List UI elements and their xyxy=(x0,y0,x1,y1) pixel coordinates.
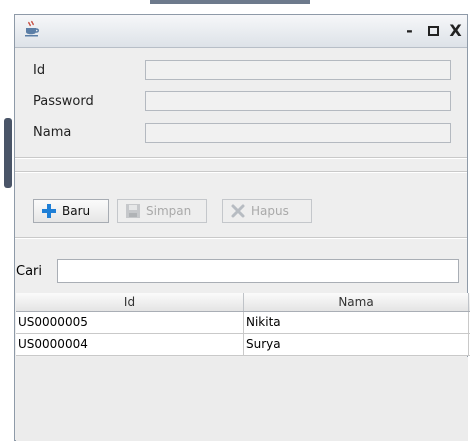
close-button[interactable]: X xyxy=(447,21,464,40)
password-label: Password xyxy=(33,94,94,109)
background-window-edge xyxy=(4,118,12,188)
table-header: Id Nama xyxy=(16,293,470,312)
id-field[interactable] xyxy=(145,60,451,80)
cell-id: US0000005 xyxy=(16,312,244,333)
toolbar-divider-top xyxy=(15,171,467,173)
column-header-id[interactable]: Id xyxy=(16,293,244,311)
title-bar[interactable]: - X xyxy=(15,15,467,48)
cari-label: Cari xyxy=(16,264,42,279)
user-table: Id Nama US0000005 Nikita US0000004 Surya xyxy=(16,293,470,356)
id-label: Id xyxy=(33,63,46,78)
password-field[interactable] xyxy=(145,91,451,111)
app-window: - X Id Password Nama Baru Simpan Hapus C… xyxy=(14,14,470,441)
simpan-label: Simpan xyxy=(146,204,192,218)
baru-button[interactable]: Baru xyxy=(33,199,109,223)
hapus-label: Hapus xyxy=(251,204,289,218)
nama-field[interactable] xyxy=(145,123,451,143)
maximize-icon xyxy=(428,25,439,36)
column-header-nama[interactable]: Nama xyxy=(244,293,469,311)
baru-label: Baru xyxy=(62,204,91,218)
search-input[interactable] xyxy=(57,259,459,283)
save-icon xyxy=(126,204,140,218)
maximize-button[interactable] xyxy=(425,22,442,39)
simpan-button[interactable]: Simpan xyxy=(117,199,207,223)
table-row[interactable]: US0000004 Surya xyxy=(16,334,470,356)
delete-x-icon xyxy=(231,204,245,218)
plus-icon xyxy=(42,204,56,218)
nama-label: Nama xyxy=(33,125,72,140)
form-divider xyxy=(15,157,467,159)
table-row[interactable]: US0000005 Nikita xyxy=(16,312,470,334)
desktop-background xyxy=(0,0,14,443)
cell-nama: Surya xyxy=(244,334,469,355)
java-cup-icon xyxy=(25,20,39,37)
cell-id: US0000004 xyxy=(16,334,244,355)
minimize-button[interactable]: - xyxy=(401,21,418,40)
toolbar-divider-bottom xyxy=(15,237,467,239)
hapus-button[interactable]: Hapus xyxy=(222,199,312,223)
cell-nama: Nikita xyxy=(244,312,469,333)
background-window-edge-top xyxy=(150,0,310,4)
table-empty-area xyxy=(16,357,468,441)
